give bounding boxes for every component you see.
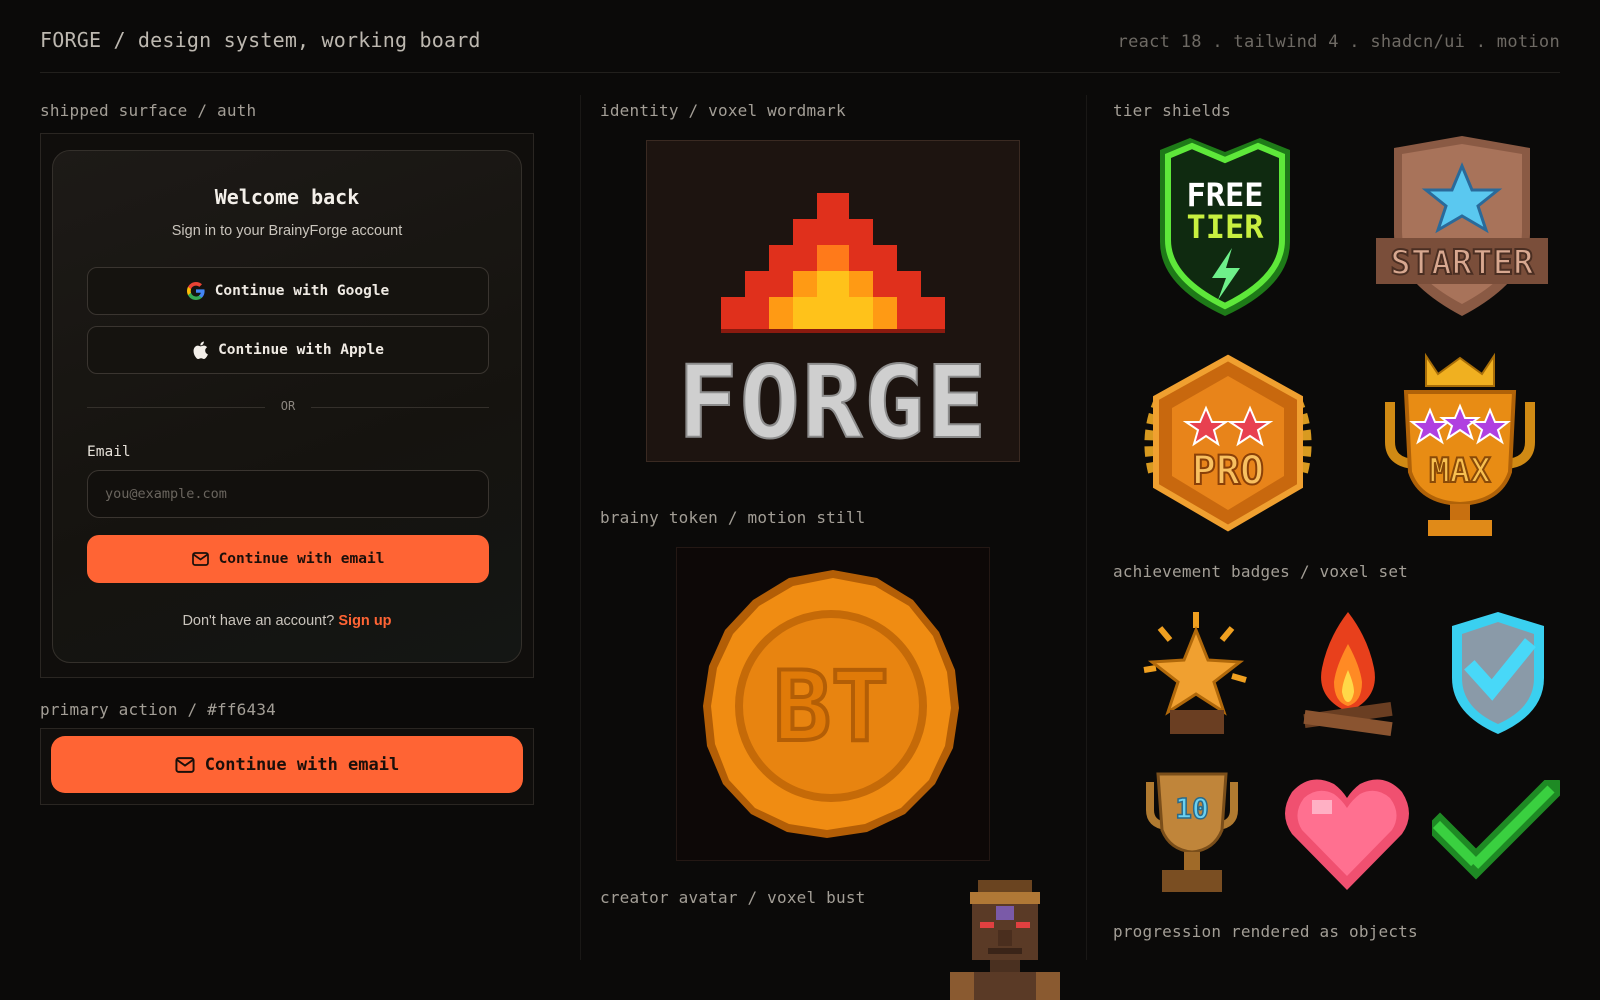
svg-text:STARTER: STARTER (1390, 243, 1534, 283)
svg-text:PRO: PRO (1192, 448, 1264, 494)
creator-avatar (940, 876, 1070, 1000)
apple-icon (192, 341, 208, 359)
or-label: OR (280, 399, 296, 413)
svg-text:10: 10 (1175, 792, 1209, 825)
badge-star (1140, 610, 1250, 738)
signup-row: Don't have an account? Sign up (53, 613, 521, 629)
continue-with-email-button[interactable]: Continue with email (87, 535, 489, 583)
brainy-token: BT (676, 547, 990, 861)
apple-signin-button[interactable]: Continue with Apple (87, 326, 489, 374)
primary-continue-with-email-button[interactable]: Continue with email (51, 736, 523, 793)
tier-shield-pro: PRO (1138, 352, 1318, 540)
auth-frame: Welcome back Sign in to your BrainyForge… (40, 133, 534, 678)
badge-campfire (1298, 608, 1398, 738)
section-label-progression: progression rendered as objects (1113, 922, 1418, 941)
auth-subtitle: Sign in to your BrainyForge account (171, 223, 403, 239)
badge-heart (1282, 770, 1412, 896)
column-divider (580, 95, 581, 960)
section-label-avatar: creator avatar / voxel bust (600, 888, 866, 907)
signup-link[interactable]: Sign up (338, 613, 391, 629)
section-label-auth: shipped surface / auth (40, 101, 257, 120)
svg-text:TIER: TIER (1186, 208, 1264, 246)
tech-stack: react 18 . tailwind 4 . shadcn/ui . moti… (1117, 32, 1560, 52)
section-label-identity: identity / voxel wordmark (600, 101, 846, 120)
mail-icon (175, 756, 195, 773)
top-bar: FORGE / design system, working board rea… (40, 0, 1560, 73)
voxel-wordmark: FORGE (646, 140, 1020, 462)
google-icon (186, 282, 205, 300)
badge-shield-check (1444, 608, 1552, 738)
section-label-token: brainy token / motion still (600, 508, 866, 527)
tier-shield-starter: STARTER (1372, 130, 1552, 322)
tier-shield-free: FREE TIER (1150, 130, 1300, 322)
auth-card: Welcome back Sign in to your BrainyForge… (52, 150, 522, 663)
mail-icon (191, 552, 209, 566)
google-signin-label: Continue with Google (214, 283, 390, 299)
tier-shield-max: MAX (1380, 352, 1540, 542)
token-text: BT (773, 651, 889, 763)
column-divider (1086, 95, 1087, 960)
section-label-badges: achievement badges / voxel set (1113, 562, 1408, 581)
flame-icon (721, 193, 945, 333)
wordmark-text: FORGE (677, 344, 988, 461)
email-label: Email (87, 444, 131, 460)
or-divider: OR (87, 399, 489, 415)
board-title: FORGE / design system, working board (40, 28, 481, 52)
signup-prompt: Don't have an account? (182, 613, 335, 629)
continue-with-email-label: Continue with email (218, 551, 385, 567)
section-label-tiers: tier shields (1113, 101, 1231, 120)
primary-cta-label: Continue with email (204, 754, 400, 775)
google-signin-button[interactable]: Continue with Google (87, 267, 489, 315)
apple-signin-label: Continue with Apple (218, 342, 384, 358)
auth-title: Welcome back (214, 185, 360, 209)
section-label-primary-action: primary action / #ff6434 (40, 700, 276, 719)
email-input[interactable] (87, 470, 489, 518)
badge-trophy: 10 (1144, 768, 1240, 898)
badge-checkmark (1432, 780, 1560, 884)
primary-action-frame: Continue with email (40, 728, 534, 805)
svg-text:MAX: MAX (1429, 451, 1491, 491)
